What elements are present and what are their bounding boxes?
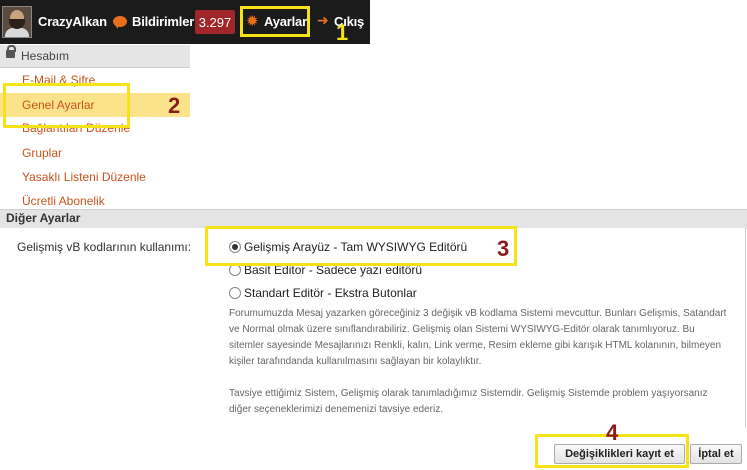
- sidebar-item-label: Gruplar: [22, 146, 63, 160]
- avatar-body: [5, 28, 29, 37]
- editor-description-text: Forumumuzda Mesaj yazarken göreceğiniz 3…: [229, 308, 727, 367]
- logout-icon: ➜: [317, 13, 329, 29]
- speech-bubble-icon: [113, 16, 127, 29]
- cancel-button[interactable]: İptal et: [690, 444, 742, 464]
- sidebar-item-label: Yasaklı Listeni Düzenle: [22, 170, 146, 184]
- top-navigation-bar: CrazyAlkan Bildirimler 3.297 ✹ Ayarlar ➜…: [0, 0, 370, 44]
- avatar[interactable]: [2, 6, 32, 38]
- editor-mode-label: Gelişmiş vB kodlarının kullanımı:: [17, 240, 192, 254]
- notifications-link[interactable]: Bildirimler: [132, 14, 194, 29]
- annotation-number-1: 1: [336, 20, 349, 45]
- highlight-box-general-settings: [3, 83, 130, 128]
- notifications-count-badge[interactable]: 3.297: [195, 10, 235, 34]
- sidebar-item-groups[interactable]: Gruplar: [0, 141, 190, 165]
- radio-option-label: Standart Editör - Ekstra Butonlar: [244, 286, 417, 300]
- sidebar-header-label: Hesabım: [21, 49, 70, 63]
- annotation-number-3: 3: [497, 236, 510, 261]
- sidebar-item-ignore-list[interactable]: Yasaklı Listeni Düzenle: [0, 165, 190, 189]
- sidebar-header: Hesabım: [0, 45, 190, 68]
- sidebar-item-label: Ücretli Abonelik: [22, 194, 105, 208]
- lock-icon: [6, 45, 16, 58]
- annotation-number-2: 2: [168, 93, 181, 118]
- editor-recommendation-text: Tavsiye ettiğimiz Sistem, Gelişmiş olara…: [229, 388, 708, 415]
- radio-button[interactable]: [229, 287, 241, 299]
- username-link[interactable]: CrazyAlkan: [38, 14, 107, 29]
- highlight-box-editor-option: [205, 226, 517, 266]
- section-title: Diğer Ayarlar: [6, 211, 81, 225]
- annotation-number-4: 4: [606, 420, 619, 445]
- highlight-box-settings: [240, 6, 310, 37]
